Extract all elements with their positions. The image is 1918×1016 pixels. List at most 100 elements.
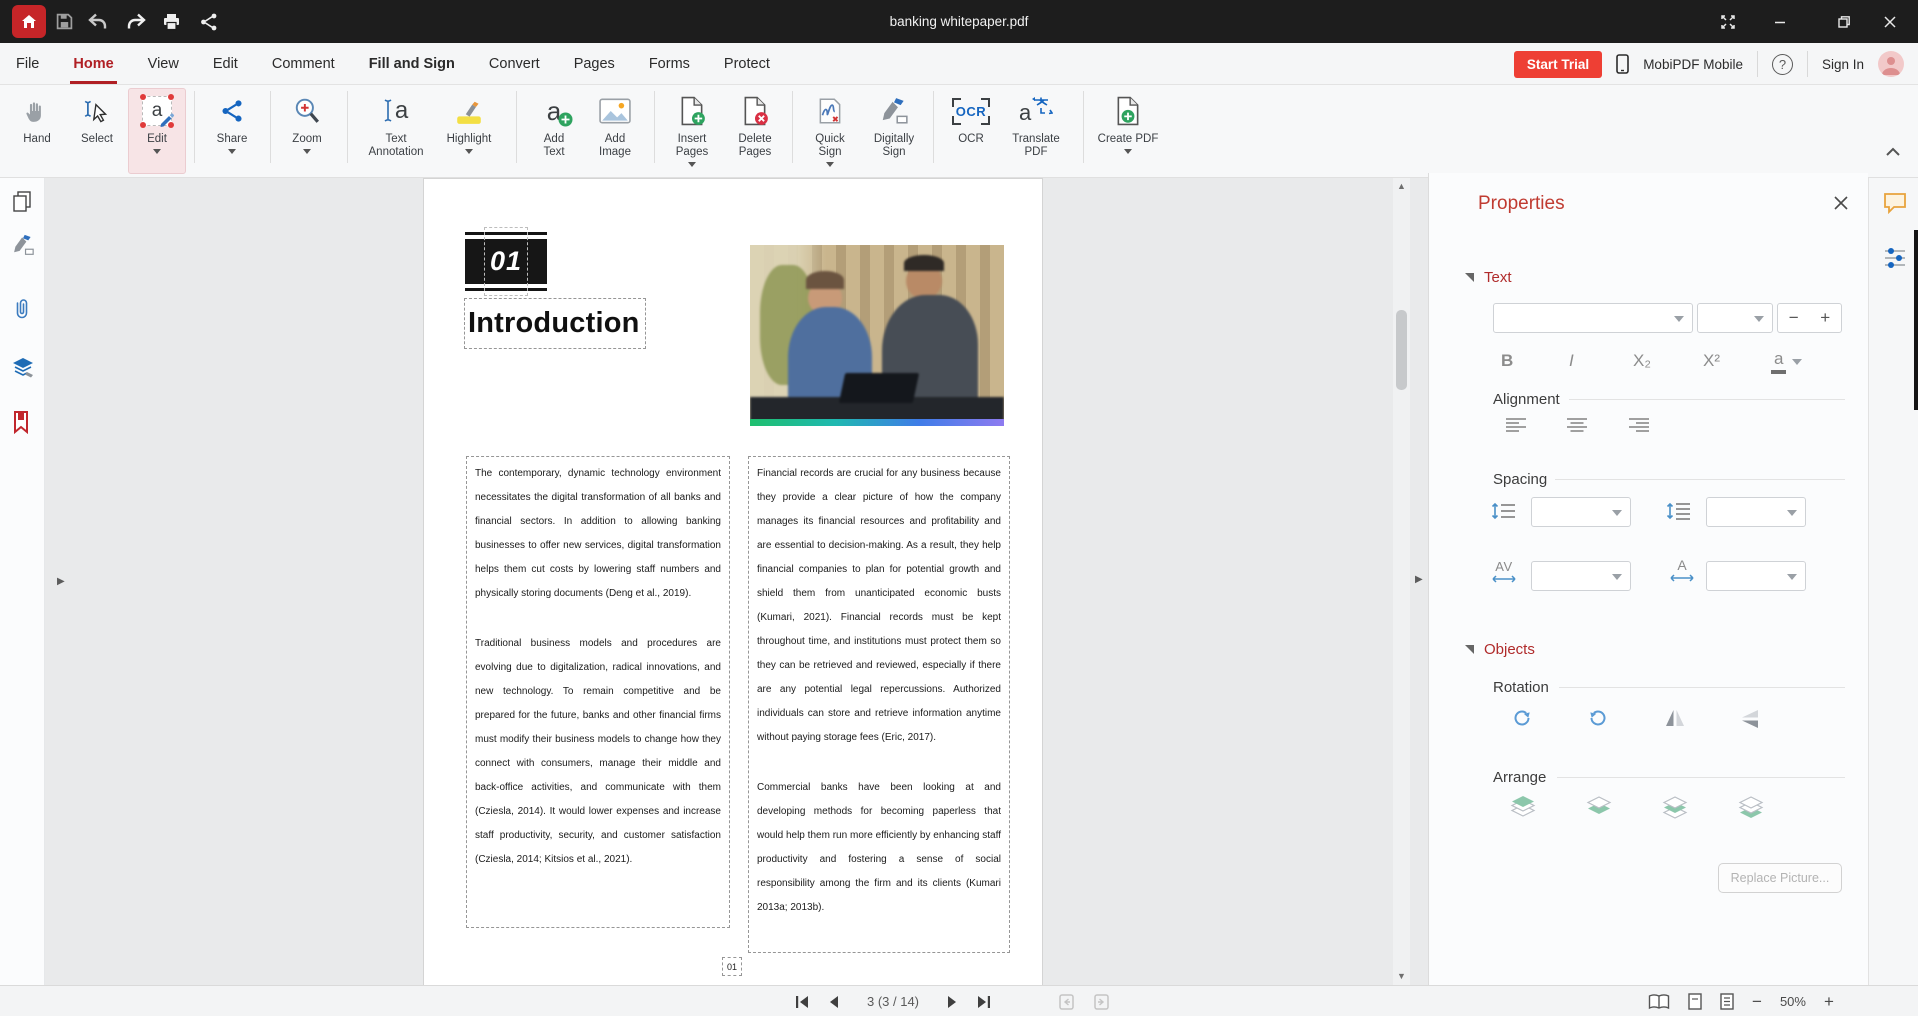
edit-dropdown-caret[interactable]	[153, 149, 161, 154]
annotations-panel-button[interactable]	[11, 356, 35, 378]
page-footer-number[interactable]: 01	[722, 957, 742, 976]
chapter-number-selection-box[interactable]	[484, 227, 528, 296]
next-page-button[interactable]	[947, 995, 959, 1009]
bring-forward-button[interactable]	[1661, 795, 1689, 820]
properties-tab-button[interactable]	[1883, 246, 1907, 270]
previous-view-button[interactable]	[1058, 994, 1075, 1010]
bring-to-front-button[interactable]	[1509, 795, 1537, 820]
superscript-button[interactable]: X²	[1703, 351, 1720, 371]
document-canvas[interactable]: 01 Introduction	[45, 178, 1428, 985]
chapter-number-block[interactable]: 01	[465, 232, 547, 291]
bookmarks-panel-button[interactable]	[11, 410, 31, 434]
objects-section-header[interactable]: Objects	[1465, 641, 1535, 658]
rotate-right-button[interactable]	[1511, 707, 1533, 729]
signatures-panel-button[interactable]	[11, 234, 35, 256]
help-button[interactable]: ?	[1772, 54, 1793, 75]
single-page-view-button[interactable]	[1688, 993, 1702, 1010]
close-properties-button[interactable]	[1833, 195, 1849, 211]
menu-item-pages[interactable]: Pages	[574, 44, 615, 84]
start-trial-button[interactable]: Start Trial	[1514, 51, 1602, 78]
next-view-button[interactable]	[1093, 994, 1110, 1010]
vertical-scrollbar[interactable]: ▲ ▼	[1393, 178, 1410, 985]
menu-item-protect[interactable]: Protect	[724, 44, 770, 84]
minimize-button[interactable]	[1770, 12, 1790, 32]
menu-item-file[interactable]: File	[16, 44, 39, 84]
subscript-button[interactable]: X₂	[1633, 351, 1651, 371]
font-color-button[interactable]: a	[1771, 349, 1802, 374]
add-image-button[interactable]: Add Image	[586, 88, 644, 174]
insert-pages-dropdown-caret[interactable]	[688, 162, 696, 167]
align-left-button[interactable]	[1505, 417, 1527, 435]
menu-item-view[interactable]: View	[148, 44, 179, 84]
menu-item-comment[interactable]: Comment	[272, 44, 335, 84]
continuous-view-button[interactable]	[1720, 993, 1734, 1010]
last-page-button[interactable]	[976, 995, 991, 1009]
share-tool-button[interactable]: Share	[203, 88, 261, 174]
ocr-button[interactable]: OCR OCR	[942, 88, 1000, 174]
restore-button[interactable]	[1834, 12, 1854, 32]
close-window-button[interactable]	[1880, 12, 1900, 32]
quick-sign-dropdown-caret[interactable]	[826, 162, 834, 167]
decrease-font-size-button[interactable]: −	[1789, 308, 1799, 328]
create-pdf-dropdown-caret[interactable]	[1124, 149, 1132, 154]
translate-pdf-button[interactable]: a Translate PDF	[1004, 88, 1068, 174]
comments-tab-button[interactable]	[1883, 192, 1907, 215]
delete-pages-button[interactable]: Delete Pages	[726, 88, 784, 174]
chapter-title-textbox[interactable]: Introduction	[464, 298, 646, 349]
scroll-up-arrow[interactable]: ▲	[1396, 181, 1407, 192]
italic-button[interactable]: I	[1569, 351, 1574, 371]
align-center-button[interactable]	[1566, 417, 1588, 435]
attachments-panel-button[interactable]	[11, 298, 33, 322]
fullscreen-button[interactable]	[1718, 12, 1738, 32]
highlight-button[interactable]: Highlight	[437, 88, 501, 174]
menu-item-home[interactable]: Home	[73, 44, 113, 84]
highlight-dropdown-caret[interactable]	[465, 149, 473, 154]
insert-pages-button[interactable]: Insert Pages	[663, 88, 721, 174]
zoom-tool-button[interactable]: Zoom	[278, 88, 336, 174]
zoom-dropdown-caret[interactable]	[303, 149, 311, 154]
align-right-button[interactable]	[1628, 417, 1650, 435]
collapse-toolbar-button[interactable]	[1884, 146, 1902, 158]
strip-scrollbar[interactable]	[1914, 230, 1918, 410]
send-to-back-button[interactable]	[1585, 795, 1613, 820]
right-panel-expand-arrow[interactable]: ▶	[1415, 574, 1423, 585]
rotate-left-button[interactable]	[1587, 707, 1609, 729]
first-page-button[interactable]	[795, 995, 810, 1009]
increase-font-size-button[interactable]: +	[1820, 308, 1830, 328]
document-photo[interactable]	[750, 245, 1004, 426]
menu-item-forms[interactable]: Forms	[649, 44, 690, 84]
scrollbar-thumb[interactable]	[1396, 310, 1407, 390]
character-spacing-select[interactable]	[1531, 561, 1631, 591]
flip-horizontal-button[interactable]	[1663, 707, 1687, 729]
send-backward-button[interactable]	[1737, 795, 1765, 820]
quick-sign-button[interactable]: Quick Sign	[801, 88, 859, 174]
text-section-header[interactable]: Text	[1465, 269, 1512, 286]
left-panel-expand-arrow[interactable]: ▶	[57, 576, 65, 587]
text-annotation-button[interactable]: a Text Annotation	[364, 88, 428, 174]
left-text-column[interactable]: The contemporary, dynamic technology env…	[466, 456, 730, 928]
bold-button[interactable]: B	[1501, 351, 1513, 371]
horizontal-scale-select[interactable]	[1706, 561, 1806, 591]
share-dropdown-caret[interactable]	[228, 149, 236, 154]
replace-picture-button[interactable]: Replace Picture...	[1718, 863, 1842, 893]
flip-vertical-button[interactable]	[1739, 709, 1763, 729]
hand-tool-button[interactable]: Hand	[8, 88, 66, 174]
scroll-down-arrow[interactable]: ▼	[1396, 971, 1407, 982]
two-page-view-button[interactable]	[1648, 994, 1670, 1010]
sign-in-button[interactable]: Sign In	[1822, 57, 1864, 72]
menu-item-edit[interactable]: Edit	[213, 44, 238, 84]
font-family-select[interactable]	[1493, 303, 1693, 333]
zoom-in-button[interactable]: +	[1824, 993, 1834, 1010]
select-tool-button[interactable]: Select	[68, 88, 126, 174]
page-thumbnails-button[interactable]	[11, 190, 33, 214]
user-avatar[interactable]	[1878, 51, 1904, 77]
paragraph-spacing-select[interactable]	[1706, 497, 1806, 527]
font-size-stepper[interactable]: − +	[1777, 303, 1842, 333]
zoom-out-button[interactable]: −	[1752, 993, 1762, 1010]
line-spacing-select[interactable]	[1531, 497, 1631, 527]
mobipdf-mobile-link[interactable]: MobiPDF Mobile	[1643, 57, 1743, 72]
digitally-sign-button[interactable]: Digitally Sign	[862, 88, 926, 174]
create-pdf-button[interactable]: Create PDF	[1093, 88, 1163, 174]
menu-item-fill-and-sign[interactable]: Fill and Sign	[369, 44, 455, 84]
edit-tool-button[interactable]: a Edit	[128, 88, 186, 174]
